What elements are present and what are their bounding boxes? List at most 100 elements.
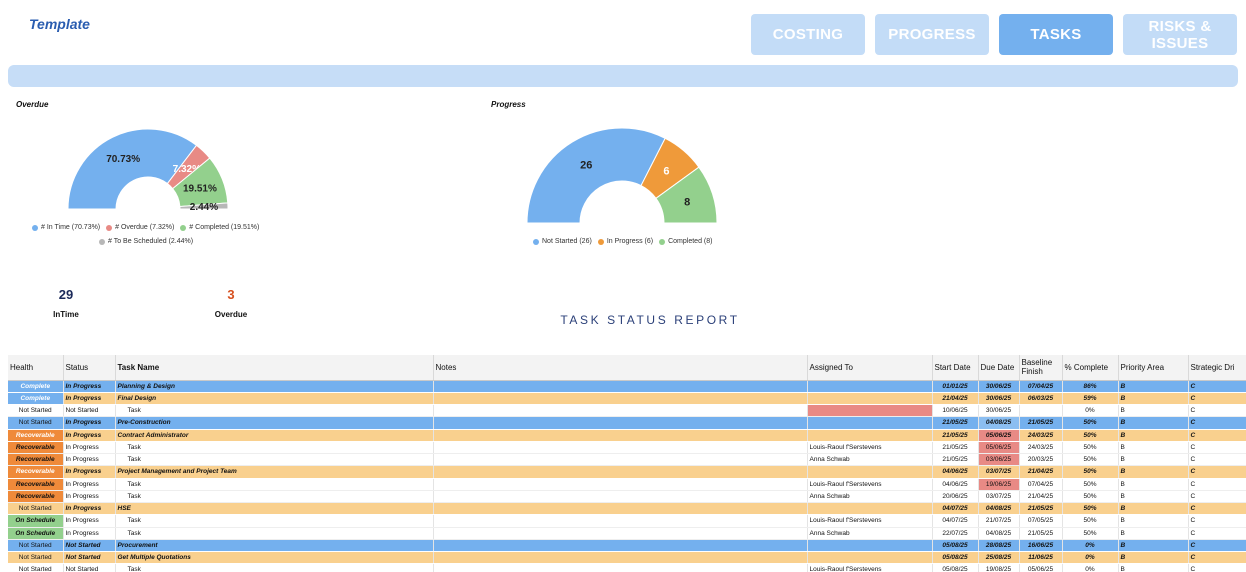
pct-complete-cell[interactable]: 50% bbox=[1062, 478, 1119, 491]
priority-area-cell[interactable]: B bbox=[1118, 478, 1189, 491]
strategic-cell[interactable]: C bbox=[1188, 527, 1246, 540]
start-date-cell[interactable]: 21/04/25 bbox=[932, 392, 979, 406]
notes-cell[interactable] bbox=[433, 490, 808, 504]
health-cell[interactable]: Recoverable bbox=[8, 478, 64, 491]
task-name-cell[interactable]: Project Management and Project Team bbox=[115, 465, 434, 479]
col-strategic-header[interactable]: Strategic Dri bbox=[1188, 355, 1246, 381]
task-name-cell[interactable]: Final Design bbox=[115, 392, 434, 406]
table-row[interactable]: On Schedule In Progress Task Louis-Raoul f'… bbox=[8, 514, 1246, 528]
notes-cell[interactable] bbox=[433, 502, 808, 516]
table-row[interactable]: Not Started Not Started Task Louis-Raoul f'… bbox=[8, 563, 1246, 572]
col-priority-area-header[interactable]: Priority Area bbox=[1118, 355, 1189, 381]
baseline-finish-cell[interactable]: 07/05/25 bbox=[1019, 514, 1063, 528]
col-health-header[interactable]: Health bbox=[8, 355, 64, 381]
baseline-finish-cell[interactable]: 16/06/25 bbox=[1019, 539, 1063, 553]
assigned-to-cell[interactable] bbox=[807, 416, 933, 430]
baseline-finish-cell[interactable]: 21/04/25 bbox=[1019, 490, 1063, 504]
notes-cell[interactable] bbox=[433, 416, 808, 430]
assigned-to-cell[interactable] bbox=[807, 502, 933, 516]
priority-area-cell[interactable]: B bbox=[1118, 392, 1189, 406]
due-date-cell[interactable]: 04/08/25 bbox=[978, 502, 1020, 516]
pct-complete-cell[interactable]: 50% bbox=[1062, 490, 1119, 504]
assigned-to-cell[interactable] bbox=[807, 392, 933, 406]
status-cell[interactable]: Not Started bbox=[63, 539, 116, 553]
baseline-finish-cell[interactable]: 11/06/25 bbox=[1019, 551, 1063, 565]
health-cell[interactable]: On Schedule bbox=[8, 514, 64, 528]
due-date-cell[interactable]: 25/08/25 bbox=[978, 551, 1020, 565]
task-name-cell[interactable]: Procurement bbox=[115, 539, 434, 553]
priority-area-cell[interactable]: B bbox=[1118, 527, 1189, 540]
col-baseline-finish-header[interactable]: Baseline Finish bbox=[1019, 355, 1063, 381]
strategic-cell[interactable]: C bbox=[1188, 404, 1246, 418]
table-row[interactable]: Not Started Not Started Procurement 05/08/2… bbox=[8, 539, 1246, 553]
table-row[interactable]: Not Started Not Started Task 10/06/25 30/06/… bbox=[8, 404, 1246, 418]
assigned-to-cell[interactable] bbox=[807, 539, 933, 553]
status-cell[interactable]: In Progress bbox=[63, 465, 116, 479]
health-cell[interactable]: Not Started bbox=[8, 551, 64, 565]
assigned-to-cell[interactable]: Louis-Raoul f'Serstevens bbox=[807, 441, 933, 455]
health-cell[interactable]: Recoverable bbox=[8, 429, 64, 442]
assigned-to-cell[interactable] bbox=[807, 551, 933, 565]
task-name-cell[interactable]: Task bbox=[115, 441, 434, 455]
notes-cell[interactable] bbox=[433, 380, 808, 393]
start-date-cell[interactable]: 04/07/25 bbox=[932, 502, 979, 516]
health-cell[interactable]: Recoverable bbox=[8, 465, 64, 479]
notes-cell[interactable] bbox=[433, 539, 808, 553]
due-date-cell[interactable]: 03/06/25 bbox=[978, 453, 1020, 467]
health-cell[interactable]: Recoverable bbox=[8, 490, 64, 504]
strategic-cell[interactable]: C bbox=[1188, 465, 1246, 479]
start-date-cell[interactable]: 04/06/25 bbox=[932, 465, 979, 479]
pct-complete-cell[interactable]: 50% bbox=[1062, 416, 1119, 430]
nav-tasks-button[interactable]: TASKS bbox=[999, 14, 1113, 55]
status-cell[interactable]: In Progress bbox=[63, 502, 116, 516]
strategic-cell[interactable]: C bbox=[1188, 502, 1246, 516]
start-date-cell[interactable]: 05/08/25 bbox=[932, 539, 979, 553]
health-cell[interactable]: Complete bbox=[8, 380, 64, 393]
status-cell[interactable]: Not Started bbox=[63, 404, 116, 418]
assigned-to-cell[interactable] bbox=[807, 429, 933, 442]
notes-cell[interactable] bbox=[433, 441, 808, 455]
assigned-to-cell[interactable]: Anna Schwab bbox=[807, 453, 933, 467]
due-date-cell[interactable]: 28/08/25 bbox=[978, 539, 1020, 553]
baseline-finish-cell[interactable]: 05/06/25 bbox=[1019, 563, 1063, 572]
priority-area-cell[interactable]: B bbox=[1118, 416, 1189, 430]
start-date-cell[interactable]: 04/06/25 bbox=[932, 478, 979, 491]
table-row[interactable]: Recoverable In Progress Task Anna Schwab 20/… bbox=[8, 490, 1246, 504]
health-cell[interactable]: Not Started bbox=[8, 416, 64, 430]
pct-complete-cell[interactable]: 0% bbox=[1062, 539, 1119, 553]
table-row[interactable]: On Schedule In Progress Task Anna Schwab 22/… bbox=[8, 527, 1246, 540]
assigned-to-cell[interactable] bbox=[807, 380, 933, 393]
status-cell[interactable]: In Progress bbox=[63, 429, 116, 442]
nav-progress-button[interactable]: PROGRESS bbox=[875, 14, 989, 55]
baseline-finish-cell[interactable]: 21/05/25 bbox=[1019, 527, 1063, 540]
assigned-to-cell[interactable]: Louis-Raoul f'Serstevens bbox=[807, 563, 933, 572]
health-cell[interactable]: Recoverable bbox=[8, 441, 64, 455]
baseline-finish-cell[interactable]: 07/04/25 bbox=[1019, 380, 1063, 393]
due-date-cell[interactable]: 30/06/25 bbox=[978, 392, 1020, 406]
baseline-finish-cell[interactable]: 21/04/25 bbox=[1019, 465, 1063, 479]
health-cell[interactable]: Recoverable bbox=[8, 453, 64, 467]
task-name-cell[interactable]: Task bbox=[115, 563, 434, 572]
start-date-cell[interactable]: 05/08/25 bbox=[932, 563, 979, 572]
strategic-cell[interactable]: C bbox=[1188, 478, 1246, 491]
status-cell[interactable]: In Progress bbox=[63, 380, 116, 393]
task-name-cell[interactable]: Pre-Construction bbox=[115, 416, 434, 430]
due-date-cell[interactable]: 03/07/25 bbox=[978, 490, 1020, 504]
nav-costing-button[interactable]: COSTING bbox=[751, 14, 865, 55]
notes-cell[interactable] bbox=[433, 563, 808, 572]
notes-cell[interactable] bbox=[433, 453, 808, 467]
baseline-finish-cell[interactable]: 21/05/25 bbox=[1019, 502, 1063, 516]
assigned-to-cell[interactable] bbox=[807, 465, 933, 479]
priority-area-cell[interactable]: B bbox=[1118, 539, 1189, 553]
priority-area-cell[interactable]: B bbox=[1118, 514, 1189, 528]
priority-area-cell[interactable]: B bbox=[1118, 490, 1189, 504]
task-name-cell[interactable]: Contract Administrator bbox=[115, 429, 434, 442]
priority-area-cell[interactable]: B bbox=[1118, 404, 1189, 418]
status-cell[interactable]: In Progress bbox=[63, 441, 116, 455]
notes-cell[interactable] bbox=[433, 404, 808, 418]
strategic-cell[interactable]: C bbox=[1188, 514, 1246, 528]
health-cell[interactable]: Not Started bbox=[8, 539, 64, 553]
nav-risks-issues-button[interactable]: RISKS & ISSUES bbox=[1123, 14, 1237, 55]
status-cell[interactable]: In Progress bbox=[63, 490, 116, 504]
pct-complete-cell[interactable]: 0% bbox=[1062, 563, 1119, 572]
